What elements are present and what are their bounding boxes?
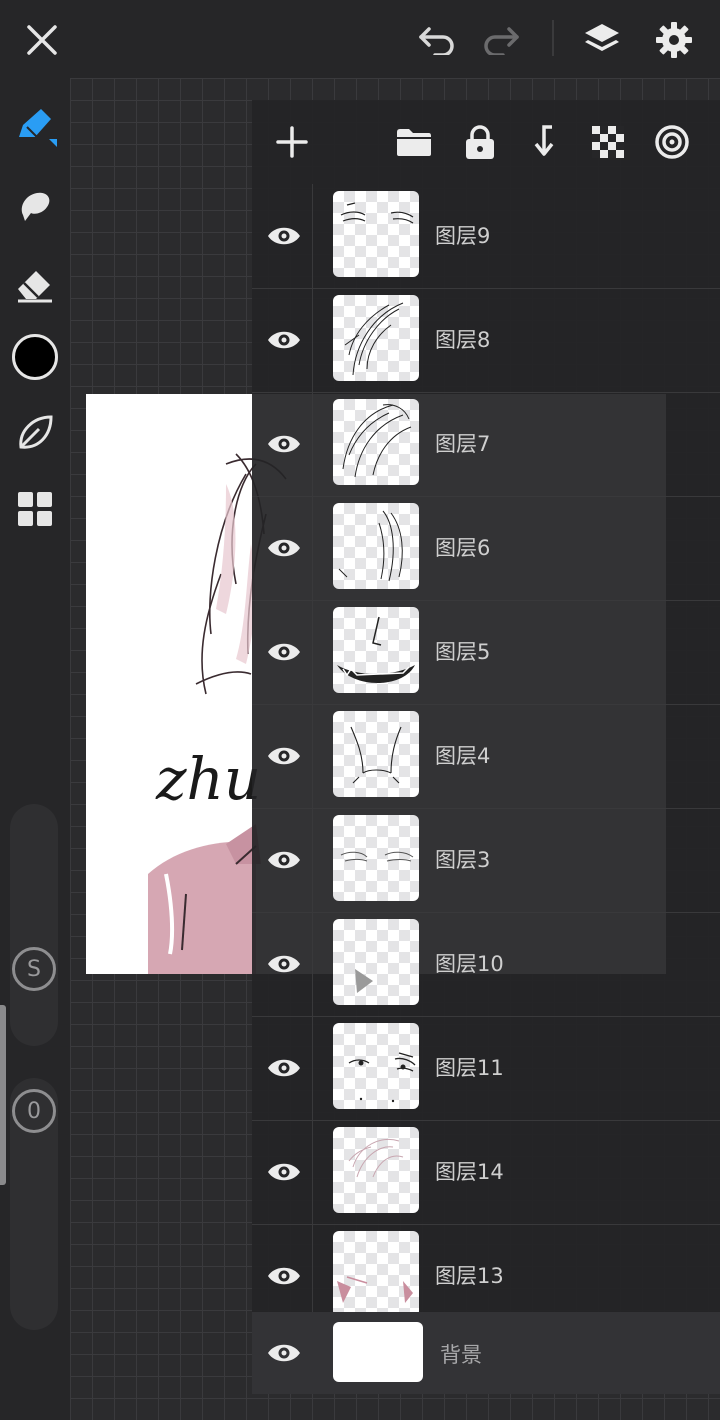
layer-thumbnail: [333, 191, 419, 277]
visibility-eye-icon[interactable]: [262, 838, 306, 882]
layer-row[interactable]: 图层14: [252, 1120, 720, 1225]
visibility-eye-icon[interactable]: [262, 214, 306, 258]
layer-row[interactable]: 图层11: [252, 1016, 720, 1121]
layer-row[interactable]: 图层3: [252, 808, 720, 913]
visibility-eye-icon[interactable]: [262, 1331, 306, 1375]
layer-thumbnail: [333, 607, 419, 693]
visibility-eye-icon[interactable]: [262, 1150, 306, 1194]
visibility-eye-icon[interactable]: [262, 318, 306, 362]
layer-row[interactable]: 图层4: [252, 704, 720, 809]
row-divider: [312, 704, 313, 808]
left-toolbar: S 0: [0, 78, 70, 1420]
layer-name: 图层3: [435, 848, 491, 872]
background-thumbnail: [333, 1322, 423, 1382]
row-divider: [312, 496, 313, 600]
layer-thumbnail: [333, 711, 419, 797]
blend-icon[interactable]: [650, 120, 694, 164]
brush-size-knob[interactable]: S: [12, 947, 56, 991]
layers-icon[interactable]: [578, 16, 626, 64]
row-divider: [312, 912, 313, 1016]
opacity-slider[interactable]: 0: [10, 1078, 58, 1330]
top-bar: [0, 0, 720, 78]
layer-name: 图层9: [435, 224, 491, 248]
layer-row[interactable]: 图层6: [252, 496, 720, 601]
close-icon[interactable]: [20, 18, 64, 62]
layer-thumbnail: [333, 1231, 419, 1317]
visibility-eye-icon[interactable]: [262, 1254, 306, 1298]
handwriting-text: zhu: [155, 745, 261, 813]
visibility-eye-icon[interactable]: [262, 1046, 306, 1090]
add-layer-icon[interactable]: [270, 120, 314, 164]
toolbar-separator: [552, 20, 554, 56]
merge-down-icon[interactable]: [522, 120, 566, 164]
row-divider: [312, 1016, 313, 1120]
layer-name: 图层6: [435, 536, 491, 560]
layer-name: 图层11: [435, 1056, 504, 1080]
row-divider: [312, 184, 313, 288]
row-divider: [312, 288, 313, 392]
background-layer-name: 背景: [440, 1343, 482, 1367]
layer-name: 图层4: [435, 744, 491, 768]
layer-name: 图层5: [435, 640, 491, 664]
row-divider: [312, 392, 313, 496]
layer-name: 图层7: [435, 432, 491, 456]
layer-row[interactable]: 图层10: [252, 912, 720, 1017]
transparency-icon[interactable]: [586, 120, 630, 164]
layer-thumbnail: [333, 815, 419, 901]
visibility-eye-icon[interactable]: [262, 422, 306, 466]
opacity-knob[interactable]: 0: [12, 1089, 56, 1133]
layer-name: 图层14: [435, 1160, 504, 1184]
row-divider: [312, 600, 313, 704]
layer-name: 图层10: [435, 952, 504, 976]
row-divider: [312, 808, 313, 912]
settings-icon[interactable]: [650, 16, 698, 64]
layer-thumbnail: [333, 919, 419, 1005]
undo-icon[interactable]: [414, 18, 460, 62]
color-swatch[interactable]: [10, 332, 60, 382]
layer-name: 图层13: [435, 1264, 504, 1288]
eraser-icon[interactable]: [10, 258, 60, 308]
layer-row[interactable]: 图层9: [252, 184, 720, 289]
layer-thumbnail: [333, 1023, 419, 1109]
visibility-eye-icon[interactable]: [262, 942, 306, 986]
brush-icon[interactable]: [10, 100, 60, 150]
layer-name: 图层8: [435, 328, 491, 352]
layers-panel: 图层9 图层8 图层7 图层6 图层5 图层4 图层3 图层10 图层11 图层…: [252, 100, 720, 1394]
layer-thumbnail: [333, 1127, 419, 1213]
side-handle[interactable]: [0, 1005, 6, 1185]
visibility-eye-icon[interactable]: [262, 630, 306, 674]
smudge-icon[interactable]: [10, 180, 60, 230]
layer-thumbnail: [333, 399, 419, 485]
layer-row[interactable]: 图层8: [252, 288, 720, 393]
layer-row[interactable]: 图层5: [252, 600, 720, 705]
redo-icon[interactable]: [478, 18, 524, 62]
layers-toolbar: [252, 100, 720, 182]
brush-size-slider[interactable]: S: [10, 804, 58, 1046]
folder-icon[interactable]: [392, 120, 436, 164]
leaf-icon[interactable]: [10, 408, 60, 458]
visibility-eye-icon[interactable]: [262, 734, 306, 778]
layer-row[interactable]: 图层7: [252, 392, 720, 497]
lock-icon[interactable]: [458, 120, 502, 164]
background-layer-row[interactable]: 背景: [252, 1312, 720, 1394]
gallery-icon[interactable]: [10, 484, 60, 534]
layer-thumbnail: [333, 295, 419, 381]
row-divider: [312, 1120, 313, 1224]
layer-thumbnail: [333, 503, 419, 589]
visibility-eye-icon[interactable]: [262, 526, 306, 570]
